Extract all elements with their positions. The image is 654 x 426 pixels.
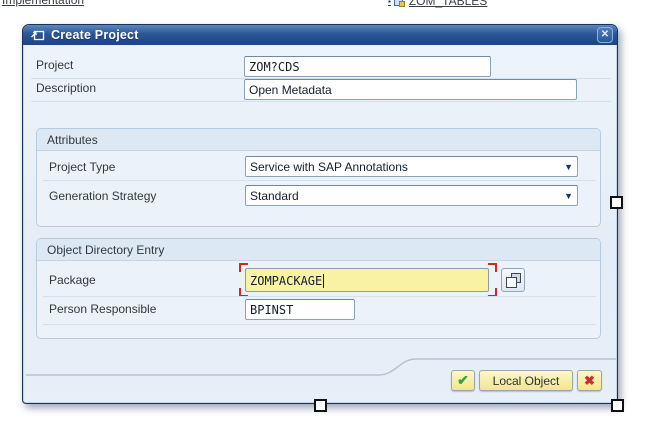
local-object-button[interactable]: Local Object: [479, 370, 573, 391]
resize-handle-bottom[interactable]: [314, 399, 327, 412]
background-tree-item-zom-tables: ▪ ZOM_TABLES: [388, 0, 487, 8]
table-object-icon: [394, 0, 406, 7]
row-divider: [31, 101, 611, 102]
project-type-value: Service with SAP Annotations: [250, 160, 408, 174]
dialog-title: Create Project: [51, 28, 139, 42]
group-row-divider: [43, 180, 596, 181]
description-input[interactable]: [244, 79, 577, 100]
package-label: Package: [49, 273, 96, 287]
dialog-titlebar[interactable]: Create Project: [23, 25, 617, 45]
project-label: Project: [36, 58, 73, 72]
value-help-button[interactable]: [501, 268, 525, 292]
attributes-group: Attributes Project Type Service with SAP…: [36, 128, 601, 227]
generation-strategy-select[interactable]: Standard ▼: [245, 185, 578, 206]
generation-strategy-label: Generation Strategy: [49, 189, 156, 203]
generation-strategy-value: Standard: [250, 189, 299, 203]
project-type-select[interactable]: Service with SAP Annotations ▼: [245, 156, 578, 177]
confirm-button[interactable]: ✔: [451, 370, 475, 391]
person-responsible-label: Person Responsible: [49, 302, 156, 316]
tree-item-label: ZOM_TABLES: [409, 0, 487, 8]
package-input[interactable]: ZOMPACKAGE: [245, 268, 489, 292]
create-project-dialog: Create Project ✕ Project Description Att…: [22, 24, 618, 404]
description-label: Description: [36, 81, 96, 95]
group-row-divider: [43, 296, 596, 297]
check-icon: ✔: [457, 372, 469, 389]
close-icon: ✕: [601, 30, 609, 40]
screen: { "background": { "left_item": "Implemen…: [0, 0, 654, 426]
person-responsible-input[interactable]: [245, 299, 355, 320]
tree-bullet-icon: ▪: [388, 0, 391, 6]
attributes-group-title: Attributes: [47, 133, 98, 147]
resize-handle-bottom-right[interactable]: [611, 399, 624, 412]
dialog-window-icon: [30, 28, 45, 42]
project-input[interactable]: [244, 56, 491, 77]
resize-handle-right[interactable]: [610, 196, 623, 209]
group-row-divider: [43, 324, 596, 325]
close-button[interactable]: ✕: [597, 27, 613, 43]
cross-icon: ✖: [584, 373, 595, 389]
object-directory-group-title: Object Directory Entry: [47, 243, 164, 257]
text-cursor: [323, 274, 324, 288]
project-type-label: Project Type: [49, 160, 115, 174]
chevron-down-icon: ▼: [558, 162, 573, 172]
object-directory-group: Object Directory Entry Package ZOMPACKAG…: [36, 238, 601, 339]
background-tree-item-implementation: Implementation: [2, 0, 84, 7]
local-object-label: Local Object: [493, 374, 560, 388]
package-value: ZOMPACKAGE: [250, 274, 322, 288]
attributes-group-header: [37, 129, 600, 151]
cancel-button[interactable]: ✖: [577, 370, 602, 391]
chevron-down-icon: ▼: [558, 191, 573, 201]
